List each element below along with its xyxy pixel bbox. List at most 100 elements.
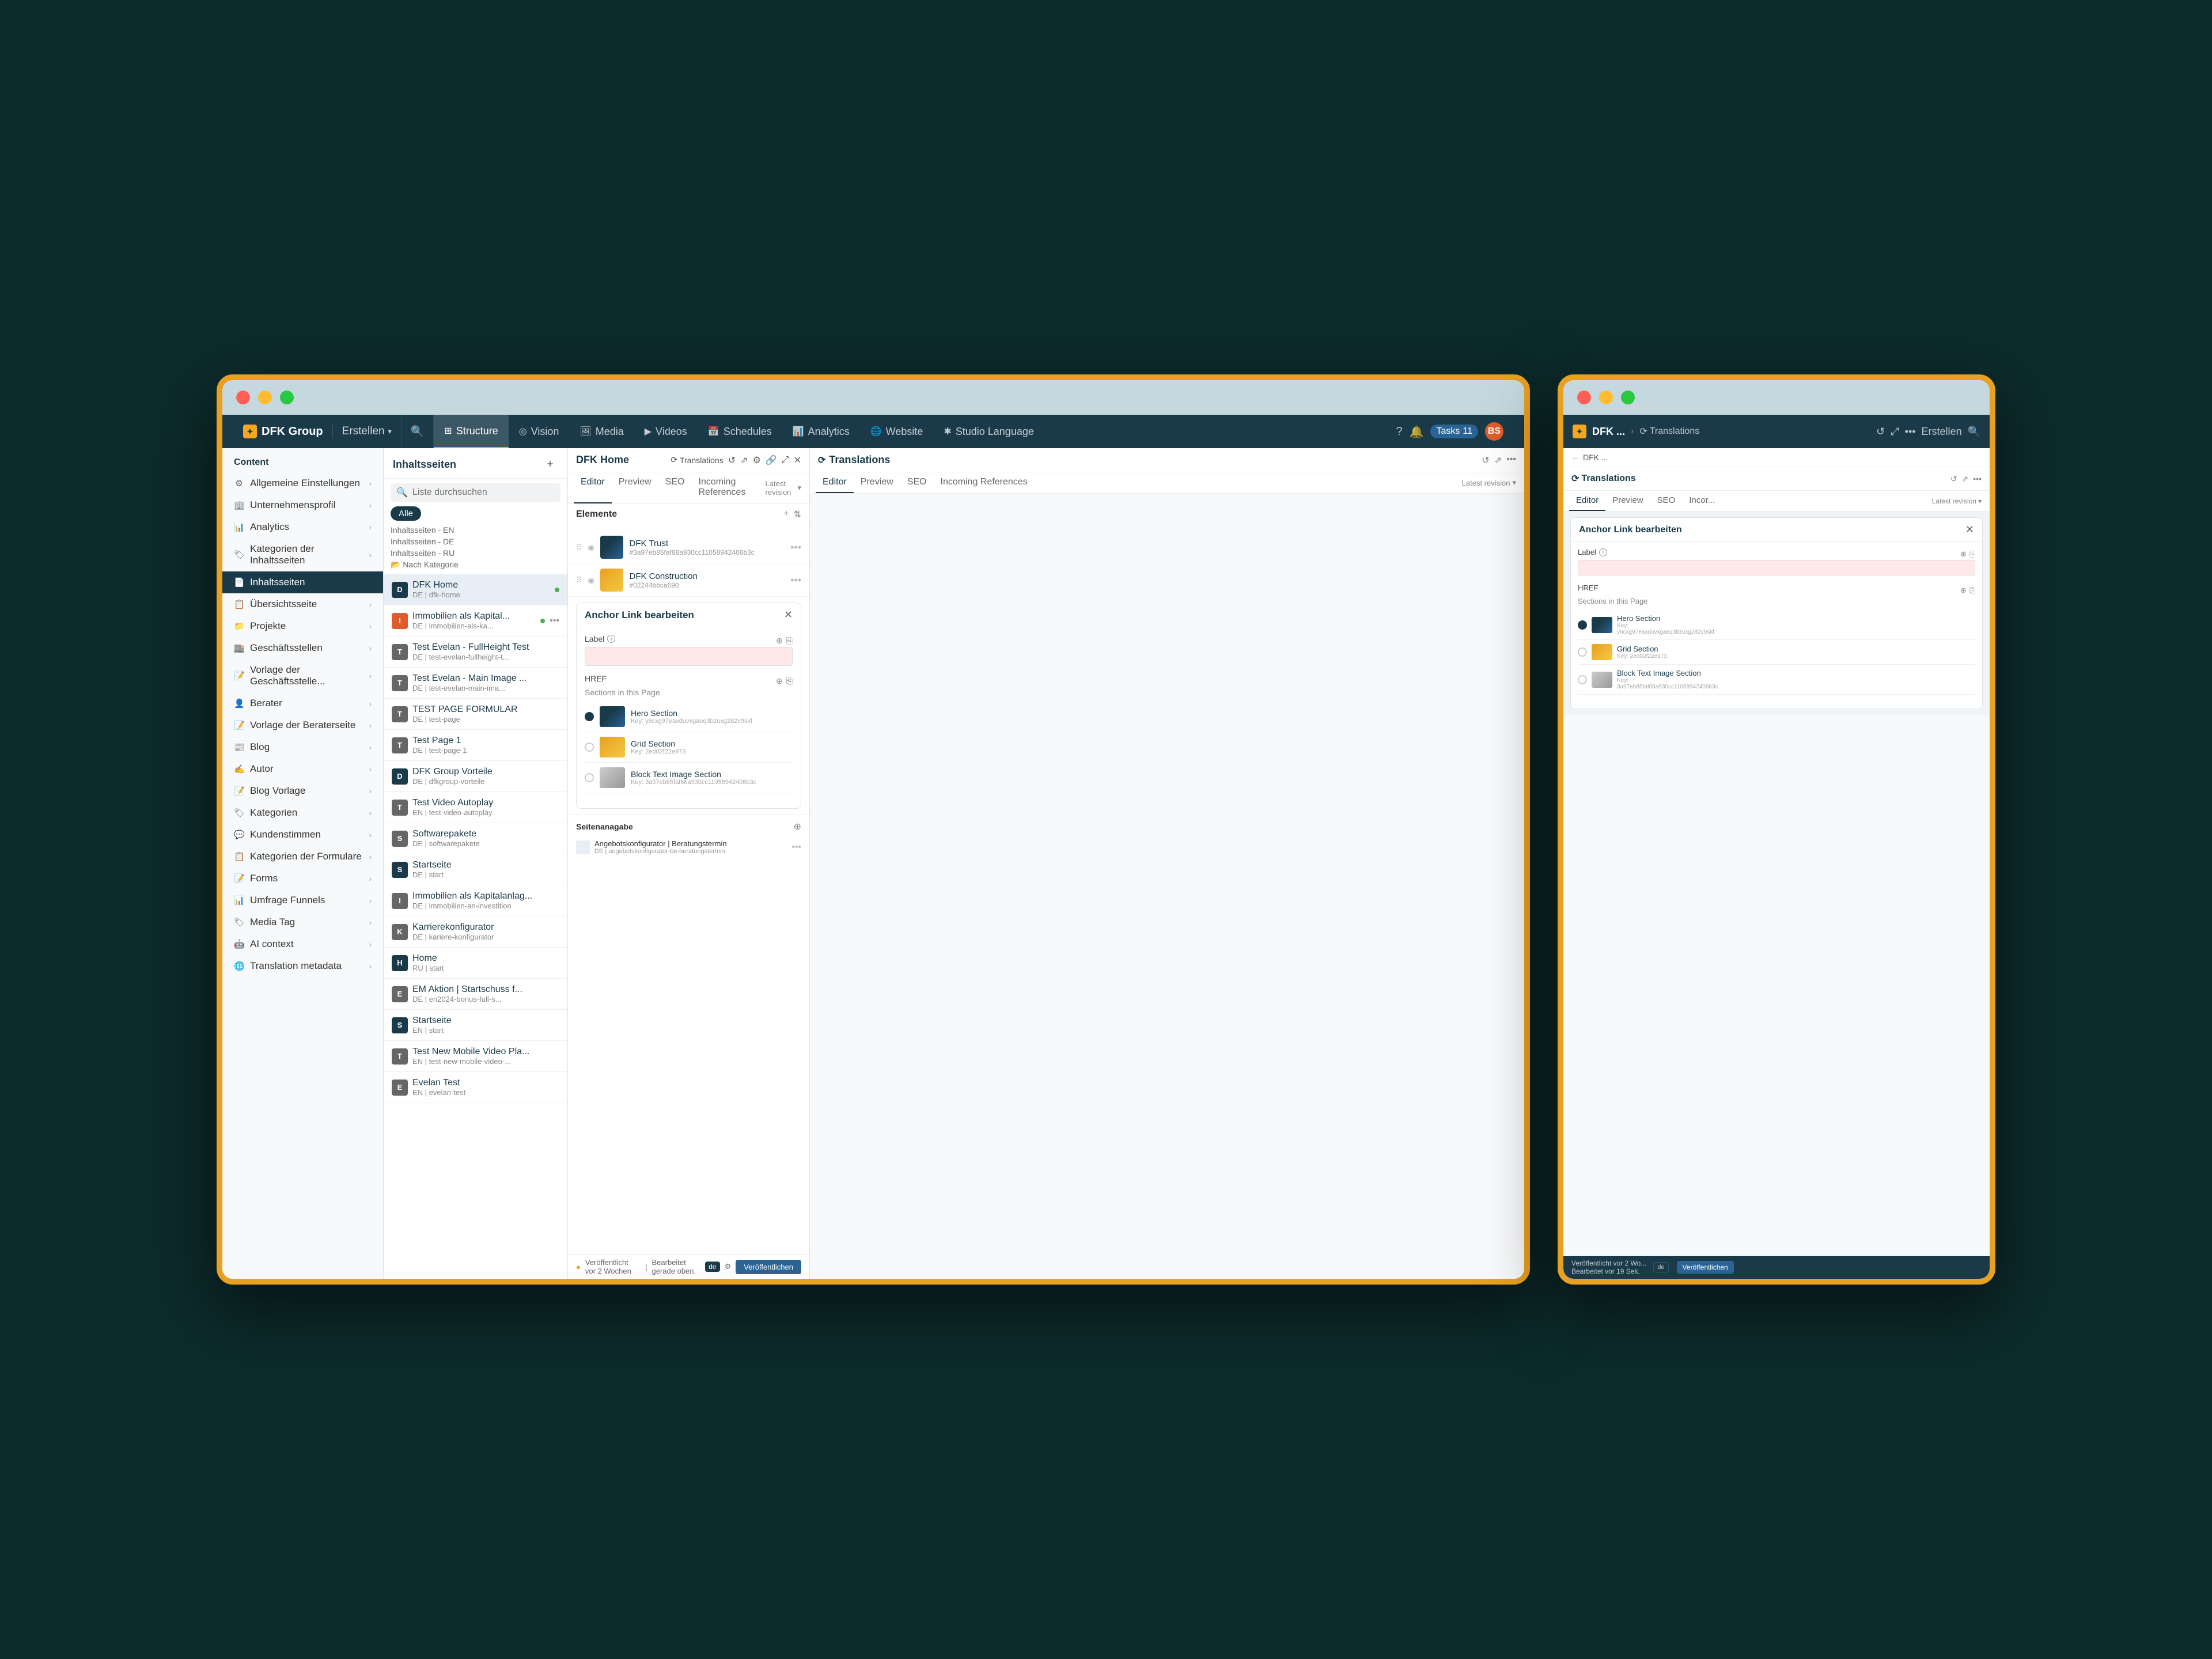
nav-tab-studio-language[interactable]: ✱ Studio Language	[933, 415, 1044, 448]
page-item-0[interactable]: I Immobilien als Kapital... DE | immobil…	[384, 605, 567, 637]
sidebar-item-inhaltsseiten[interactable]: 📄 Inhaltsseiten	[222, 571, 383, 593]
sidebar-item-allgemeine[interactable]: ⚙ Allgemeine Einstellungen ›	[222, 472, 383, 494]
nav-tab-analytics[interactable]: 📊 Analytics	[782, 415, 860, 448]
trans-tab-seo[interactable]: SEO	[900, 472, 934, 493]
sidebar-item-umfrage[interactable]: 📊 Umfrage Funnels ›	[222, 889, 383, 911]
right-more-icon[interactable]: •••	[1973, 474, 1982, 484]
link-field-icon[interactable]: ⊕	[776, 636, 783, 646]
element-row-trust[interactable]: ⠿ ◉ DFK Trust #3a97eb85faf68a930cc110589…	[568, 531, 809, 564]
editor-tab-preview[interactable]: Preview	[612, 472, 658, 503]
filter-inhaltsseiten-de[interactable]: Inhaltsseiten - DE	[384, 537, 567, 548]
right-copy-field-icon[interactable]: ⎘	[1969, 550, 1975, 559]
right-nav-icon-1[interactable]: ↺	[1876, 426, 1885, 438]
sa-more-0[interactable]: •••	[791, 842, 801, 853]
right-link-field-icon[interactable]: ⊕	[1960, 550, 1967, 559]
element-more-construction[interactable]: •••	[790, 574, 801, 586]
sidebar-item-kundenstimmen[interactable]: 💬 Kundenstimmen ›	[222, 824, 383, 846]
page-more-0[interactable]: •••	[550, 616, 559, 626]
seitanagabe-icon[interactable]: ⊕	[794, 821, 801, 832]
nav-brand[interactable]: ✦ DFK Group	[234, 425, 333, 438]
section-option-grid[interactable]: Grid Section Key: 2ed02f22e973	[585, 732, 793, 763]
sa-item-0[interactable]: Angebotskonfigurator | Beratungstermin D…	[576, 836, 801, 858]
page-item-11[interactable]: E EM Aktion | Startschuss f... DE | en20…	[384, 979, 567, 1010]
erstellen-button[interactable]: Erstellen ▾	[333, 415, 402, 448]
sidebar-item-blog-vorlage[interactable]: 📝 Blog Vorlage ›	[222, 780, 383, 802]
publish-settings-icon[interactable]: ⚙	[725, 1262, 732, 1271]
sidebar-item-vorlage-geschaeft[interactable]: 📝 Vorlage der Geschäftsstelle... ›	[222, 659, 383, 692]
right-tab-preview[interactable]: Preview	[1605, 491, 1650, 511]
bell-icon[interactable]: 🔔	[1410, 425, 1424, 439]
page-item-dfk-home[interactable]: D DFK Home DE | dfk-home	[384, 574, 567, 605]
right-label-input[interactable]	[1578, 560, 1975, 575]
sidebar-item-unternehmensprofil[interactable]: 🏢 Unternehmensprofil ›	[222, 494, 383, 516]
filter-inhaltsseiten-en[interactable]: Inhaltsseiten - EN	[384, 525, 567, 537]
page-item-13[interactable]: T Test New Mobile Video Pla... EN | test…	[384, 1041, 567, 1072]
right-latest-revision[interactable]: Latest revision ▾	[1930, 491, 1984, 511]
sidebar-item-berater[interactable]: 👤 Berater ›	[222, 692, 383, 714]
page-item-10[interactable]: K Karrierekonfigurator DE | kariere-konf…	[384, 916, 567, 948]
sidebar-item-geschaeftsstellen[interactable]: 🏬 Geschäftsstellen ›	[222, 637, 383, 659]
sidebar-item-autor[interactable]: ✍ Autor ›	[222, 758, 383, 780]
right-tl-close[interactable]	[1577, 391, 1591, 404]
right-dialog-close-icon[interactable]: ✕	[1965, 524, 1974, 536]
latest-revision[interactable]: Latest revision ▾	[763, 472, 804, 503]
pages-search-input[interactable]	[412, 487, 555, 498]
right-tl-max[interactable]	[1621, 391, 1635, 404]
nav-tab-schedules[interactable]: 📅 Schedules	[698, 415, 782, 448]
nav-tab-website[interactable]: 🌐 Website	[860, 415, 934, 448]
filter-inhaltsseiten-ru[interactable]: Inhaltsseiten - RU	[384, 548, 567, 560]
tasks-badge[interactable]: Tasks 11	[1430, 425, 1478, 438]
search-button[interactable]: 🔍	[402, 415, 434, 448]
right-section-grid[interactable]: Grid Section Key: 2ed02f22e973	[1578, 640, 1975, 665]
trans-menu-icon[interactable]: •••	[1506, 454, 1516, 466]
add-page-button[interactable]: +	[542, 456, 558, 472]
page-item-8[interactable]: S Startseite DE | start	[384, 854, 567, 885]
trans-tab-editor[interactable]: Editor	[816, 472, 854, 493]
nav-tab-media[interactable]: 🖼 Media	[569, 415, 634, 448]
editor-tab-incoming[interactable]: Incoming References	[692, 472, 763, 503]
share-icon[interactable]: ⇗	[740, 454, 748, 466]
user-avatar[interactable]: BS	[1485, 422, 1503, 441]
page-item-7[interactable]: S Softwarepakete DE | softwarepakete	[384, 823, 567, 854]
element-row-construction[interactable]: ⠿ ◉ DFK Construction #02244bbca690 •••	[568, 564, 809, 597]
editor-tab-editor[interactable]: Editor	[574, 472, 612, 503]
trans-refresh-icon[interactable]: ↺	[1482, 454, 1489, 466]
page-item-12[interactable]: S Startseite EN | start	[384, 1010, 567, 1041]
right-tl-min[interactable]	[1599, 391, 1613, 404]
right-href-copy-icon[interactable]: ⎘	[1969, 586, 1975, 595]
section-option-hero[interactable]: Hero Section Key: y6cxg97eaxduvxgaeq3bzu…	[585, 702, 793, 732]
label-input[interactable]	[585, 647, 793, 666]
publish-button[interactable]: Veröffentlichen	[736, 1260, 801, 1274]
sidebar-item-kategorien-2[interactable]: 🏷 Kategorien ›	[222, 802, 383, 824]
page-item-3[interactable]: T TEST PAGE FORMULAR DE | test-page	[384, 699, 567, 730]
href-link-icon[interactable]: ⊕	[776, 676, 783, 686]
sidebar-item-blog[interactable]: 📰 Blog ›	[222, 736, 383, 758]
page-item-2[interactable]: T Test Evelan - Main Image ... DE | test…	[384, 668, 567, 699]
sort-element-icon[interactable]: ⇅	[794, 509, 801, 520]
link-icon[interactable]: 🔗	[766, 454, 777, 466]
sidebar-item-ai[interactable]: 🤖 AI context ›	[222, 933, 383, 955]
page-item-1[interactable]: T Test Evelan - FullHeight Test DE | tes…	[384, 637, 567, 668]
right-search-icon[interactable]: 🔍	[1968, 426, 1980, 438]
settings-icon[interactable]: ⚙	[753, 454, 761, 466]
refresh-icon[interactable]: ↺	[728, 454, 736, 466]
filter-nach-kategorie[interactable]: 📂 Nach Kategorie	[384, 560, 567, 574]
href-copy-icon[interactable]: ⎘	[786, 676, 793, 686]
eye-icon-trust[interactable]: ◉	[588, 543, 594, 552]
editor-tab-seo[interactable]: SEO	[658, 472, 692, 503]
page-item-9[interactable]: I Immobilien als Kapitalanlag... DE | im…	[384, 885, 567, 916]
trans-latest-revision[interactable]: Latest revision ▾	[1460, 472, 1518, 493]
dialog-close-icon[interactable]: ✕	[784, 609, 793, 621]
traffic-light-close[interactable]	[236, 391, 250, 404]
right-tab-editor[interactable]: Editor	[1569, 491, 1605, 511]
copy-field-icon[interactable]: ⎘	[786, 636, 793, 646]
sidebar-item-media-tag[interactable]: 🏷 Media Tag ›	[222, 911, 383, 933]
sidebar-item-kategorien[interactable]: 🏷 Kategorien der Inhaltsseiten ›	[222, 538, 383, 571]
right-publish-button[interactable]: Veröffentlichen	[1677, 1261, 1734, 1274]
right-section-block[interactable]: Block Text Image Section Key:3a97eb85faf…	[1578, 665, 1975, 695]
right-share-icon[interactable]: ⇗	[1962, 474, 1969, 484]
sidebar-item-kat-formulare[interactable]: 📋 Kategorien der Formulare ›	[222, 846, 383, 868]
right-erstellen-label[interactable]: Erstellen	[1922, 426, 1962, 438]
help-icon[interactable]: ?	[1396, 425, 1402, 438]
close-editor-icon[interactable]: ✕	[794, 454, 801, 466]
